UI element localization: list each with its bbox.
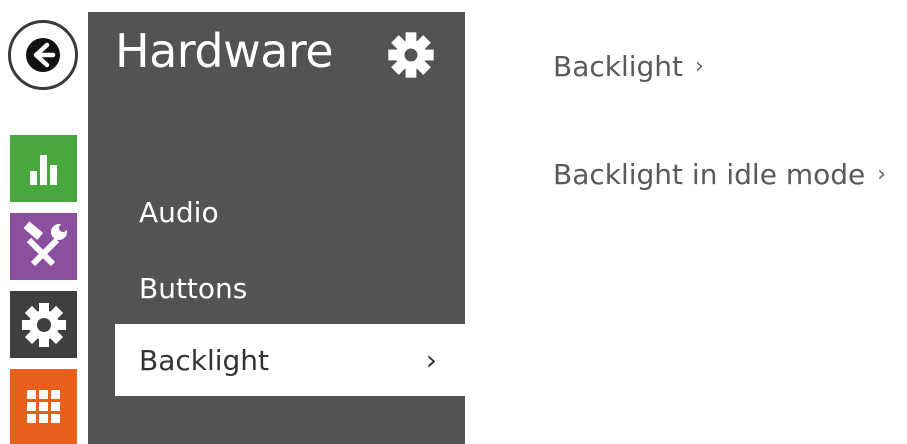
menu-item-backlight[interactable]: Backlight › [115,324,465,396]
menu-item-label: Backlight [139,343,270,377]
arrow-left-icon [26,38,60,72]
menu-panel: Hardware Audio Buttons Backlight › [88,12,465,444]
menu-settings-button[interactable] [384,28,438,86]
rail-item-services[interactable] [10,213,77,280]
menu-item-label: Buttons [139,271,248,305]
menu-item-label: Audio [139,195,219,229]
gear-icon [388,32,434,78]
grid-icon [26,389,60,423]
back-button[interactable] [8,20,78,90]
section-link-label: Backlight in idle mode [553,158,866,191]
chevron-right-icon: › [695,54,704,79]
chevron-right-icon: › [877,162,887,187]
rail-item-status[interactable] [10,135,77,202]
section-link-label: Backlight [553,50,684,83]
rail-item-hardware[interactable] [10,291,77,358]
gear-icon [21,302,66,347]
section-link-backlight[interactable]: Backlight › [553,50,704,83]
bar-chart-icon [29,154,57,185]
menu-title: Hardware [115,24,334,78]
menu-item-audio[interactable]: Audio [88,176,465,248]
rail-item-system[interactable] [10,369,77,444]
tools-icon [23,221,67,266]
chevron-right-icon: › [425,343,437,377]
menu-item-buttons[interactable]: Buttons [88,252,465,324]
section-link-backlight-idle[interactable]: Backlight in idle mode › [553,158,886,191]
